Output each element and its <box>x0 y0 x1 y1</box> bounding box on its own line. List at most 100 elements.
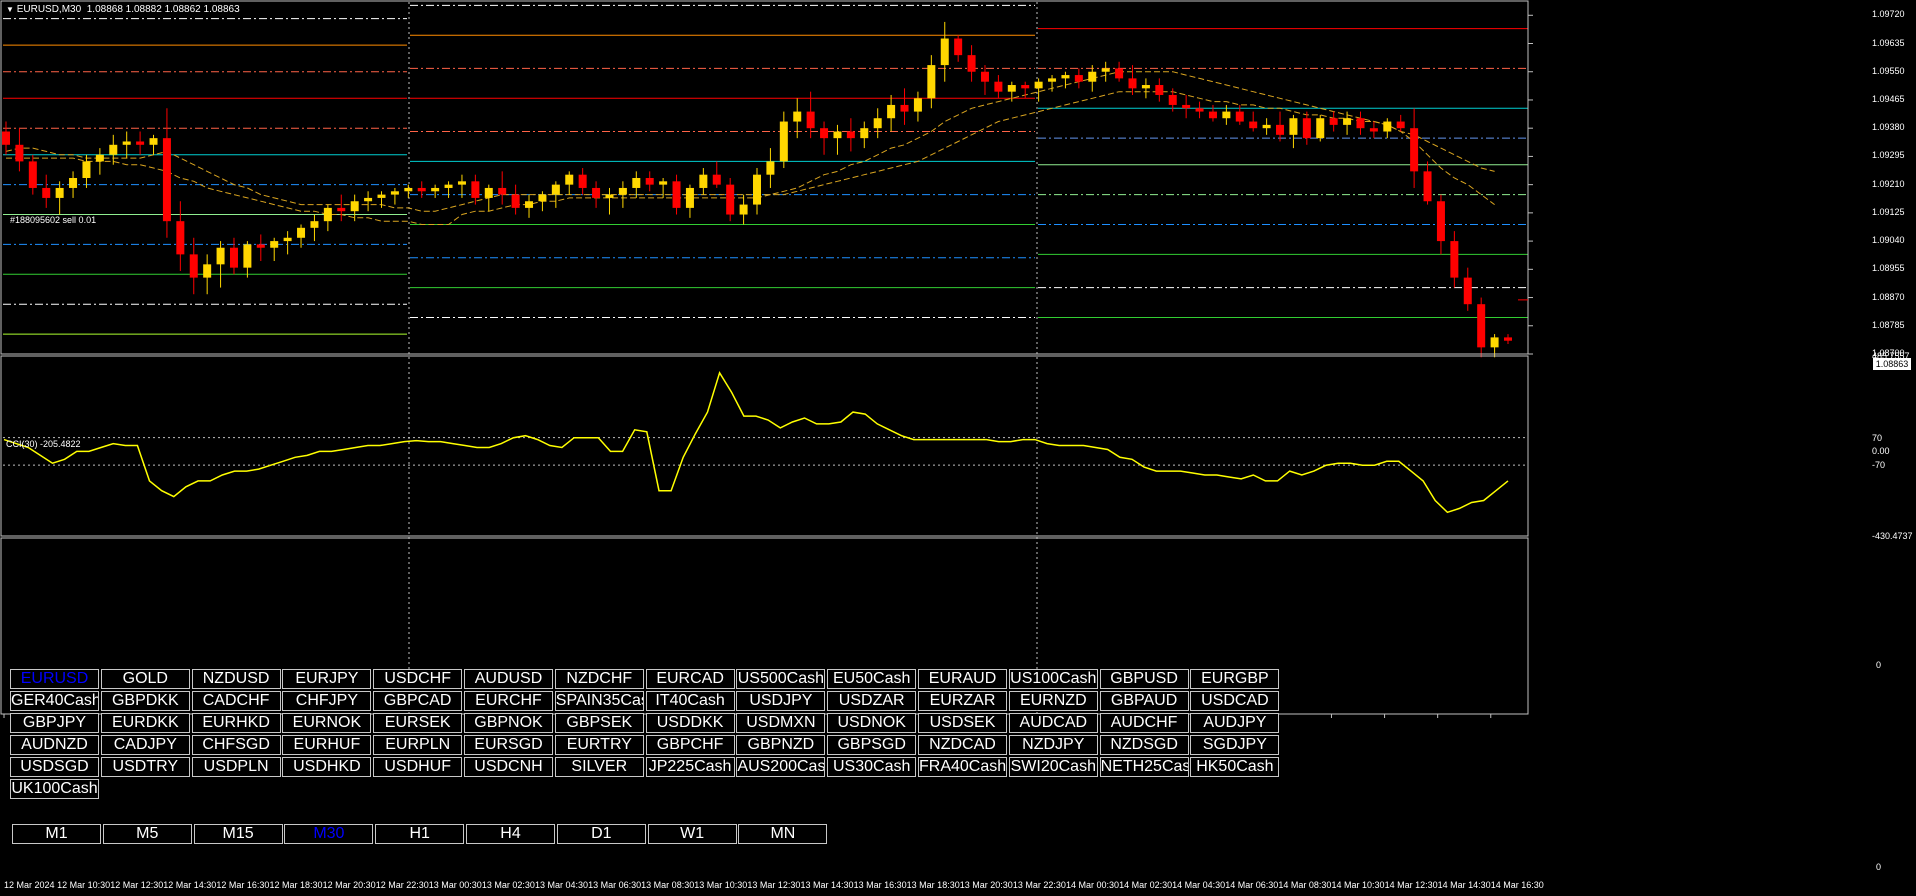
symbol-button-us100cash[interactable]: US100Cash <box>1008 669 1098 689</box>
symbol-button-eurgbp[interactable]: EURGBP <box>1190 669 1280 689</box>
symbol-button-swi20cash[interactable]: SWI20Cash <box>1008 757 1098 777</box>
symbol-button-usdhuf[interactable]: USDHUF <box>373 757 463 777</box>
symbol-button-gbpsek[interactable]: GBPSEK <box>554 713 644 733</box>
symbol-button-usdcnh[interactable]: USDCNH <box>464 757 553 777</box>
symbol-button-gbpchf[interactable]: GBPCHF <box>645 735 735 755</box>
candle-body <box>189 254 198 278</box>
symbol-button-gbpnok[interactable]: GBPNOK <box>464 713 553 733</box>
symbol-button-ger40cash[interactable]: GER40Cash <box>10 691 99 711</box>
symbol-button-eursgd[interactable]: EURSGD <box>464 735 553 755</box>
symbol-button-fra40cash[interactable]: FRA40Cash <box>918 757 1007 777</box>
timeframe-button-h1[interactable]: H1 <box>375 824 465 844</box>
symbol-button-eurnzd[interactable]: EURNZD <box>1008 691 1098 711</box>
symbol-button-cadjpy[interactable]: CADJPY <box>100 735 190 755</box>
symbol-button-usdsgd[interactable]: USDSGD <box>10 757 99 777</box>
time-tick-label: 13 Mar 00:30 <box>428 880 482 890</box>
symbol-button-eurchf[interactable]: EURCHF <box>464 691 553 711</box>
symbol-button-nzdchf[interactable]: NZDCHF <box>554 669 644 689</box>
symbol-button-usdjpy[interactable]: USDJPY <box>736 691 826 711</box>
symbol-button-gbpaud[interactable]: GBPAUD <box>1099 691 1189 711</box>
symbol-button-gbpdkk[interactable]: GBPDKK <box>100 691 190 711</box>
symbol-button-eurusd[interactable]: EURUSD <box>10 669 99 689</box>
symbol-button-nzdcad[interactable]: NZDCAD <box>918 735 1007 755</box>
symbol-button-eurdkk[interactable]: EURDKK <box>100 713 190 733</box>
candle-body <box>216 247 225 265</box>
symbol-button-euraud[interactable]: EURAUD <box>918 669 1007 689</box>
symbol-button-eurjpy[interactable]: EURJPY <box>282 669 372 689</box>
timeframe-button-m5[interactable]: M5 <box>102 824 192 844</box>
symbol-button-eurzar[interactable]: EURZAR <box>918 691 1007 711</box>
symbol-button-audjpy[interactable]: AUDJPY <box>1190 713 1280 733</box>
candle-body <box>806 111 815 129</box>
symbol-button-usddkk[interactable]: USDDKK <box>645 713 735 733</box>
symbol-button-nzdjpy[interactable]: NZDJPY <box>1008 735 1098 755</box>
symbol-button-audnzd[interactable]: AUDNZD <box>10 735 99 755</box>
timeframe-button-mn[interactable]: MN <box>738 824 828 844</box>
symbol-button-gbpusd[interactable]: GBPUSD <box>1099 669 1189 689</box>
symbol-button-jp225cash[interactable]: JP225Cash <box>645 757 735 777</box>
symbol-button-gbpjpy[interactable]: GBPJPY <box>10 713 99 733</box>
symbol-button-neth25cash[interactable]: NETH25Cash <box>1099 757 1189 777</box>
symbol-button-chfjpy[interactable]: CHFJPY <box>282 691 372 711</box>
candle-body <box>471 181 480 198</box>
timeframe-button-d1[interactable]: D1 <box>556 824 646 844</box>
symbol-button-eu50cash[interactable]: EU50Cash <box>827 669 917 689</box>
symbol-button-usdmxn[interactable]: USDMXN <box>736 713 826 733</box>
candle-body <box>323 207 332 222</box>
symbol-button-gbpnzd[interactable]: GBPNZD <box>736 735 826 755</box>
symbol-button-nzdusd[interactable]: NZDUSD <box>191 669 281 689</box>
symbol-button-nzdsgd[interactable]: NZDSGD <box>1099 735 1189 755</box>
timeframe-button-m30[interactable]: M30 <box>284 824 374 844</box>
symbol-button-audchf[interactable]: AUDCHF <box>1099 713 1189 733</box>
candle <box>82 154 91 188</box>
symbol-button-eurcad[interactable]: EURCAD <box>645 669 735 689</box>
symbol-button-cadchf[interactable]: CADCHF <box>191 691 281 711</box>
candle <box>618 181 627 208</box>
candle <box>1101 61 1110 82</box>
symbol-button-us500cash[interactable]: US500Cash <box>736 669 826 689</box>
symbol-button-audcad[interactable]: AUDCAD <box>1008 713 1098 733</box>
symbol-button-spain35cash[interactable]: SPAIN35Cash <box>554 691 644 711</box>
cci-tick-label: -430.4737 <box>1872 531 1913 541</box>
symbol-button-eurtry[interactable]: EURTRY <box>554 735 644 755</box>
symbol-button-usdpln[interactable]: USDPLN <box>191 757 281 777</box>
symbol-button-uk100cash[interactable]: UK100Cash <box>10 779 99 799</box>
symbol-button-usdnok[interactable]: USDNOK <box>827 713 917 733</box>
symbol-button-sgdjpy[interactable]: SGDJPY <box>1190 735 1280 755</box>
symbol-button-eurnok[interactable]: EURNOK <box>282 713 372 733</box>
symbol-button-eurhkd[interactable]: EURHKD <box>191 713 281 733</box>
cci-tick-label: -70 <box>1872 460 1886 471</box>
timeframe-button-w1[interactable]: W1 <box>647 824 737 844</box>
candle-body <box>672 181 681 208</box>
symbol-button-eursek[interactable]: EURSEK <box>373 713 463 733</box>
symbol-button-it40cash[interactable]: IT40Cash <box>645 691 735 711</box>
timeframe-button-m1[interactable]: M1 <box>12 824 101 844</box>
symbol-button-usdcad[interactable]: USDCAD <box>1190 691 1280 711</box>
chart-menu-icon[interactable]: ▼ <box>6 5 14 14</box>
symbol-button-usdtry[interactable]: USDTRY <box>100 757 190 777</box>
price-tick-label: 1.08870 <box>1872 291 1905 302</box>
symbol-button-eurhuf[interactable]: EURHUF <box>282 735 372 755</box>
candle <box>1115 61 1124 82</box>
candle-body <box>511 194 520 208</box>
symbol-button-us30cash[interactable]: US30Cash <box>827 757 917 777</box>
symbol-button-silver[interactable]: SILVER <box>554 757 644 777</box>
symbol-button-gbpsgd[interactable]: GBPSGD <box>827 735 917 755</box>
symbol-button-chfsgd[interactable]: CHFSGD <box>191 735 281 755</box>
symbol-button-eurpln[interactable]: EURPLN <box>373 735 463 755</box>
candle-body <box>1463 277 1472 305</box>
candle <box>136 131 145 155</box>
symbol-button-gbpcad[interactable]: GBPCAD <box>373 691 463 711</box>
symbol-button-gold[interactable]: GOLD <box>100 669 190 689</box>
symbol-button-usdzar[interactable]: USDZAR <box>827 691 917 711</box>
symbol-button-usdsek[interactable]: USDSEK <box>918 713 1007 733</box>
symbol-button-aus200cash[interactable]: AUS200Cash <box>736 757 826 777</box>
time-tick-label: 14 Mar 06:30 <box>1225 880 1279 890</box>
candle-body <box>337 207 346 212</box>
timeframe-button-h4[interactable]: H4 <box>466 824 555 844</box>
timeframe-button-m15[interactable]: M15 <box>193 824 283 844</box>
symbol-button-usdchf[interactable]: USDCHF <box>373 669 463 689</box>
symbol-button-usdhkd[interactable]: USDHKD <box>282 757 372 777</box>
symbol-button-hk50cash[interactable]: HK50Cash <box>1190 757 1280 777</box>
symbol-button-audusd[interactable]: AUDUSD <box>464 669 553 689</box>
